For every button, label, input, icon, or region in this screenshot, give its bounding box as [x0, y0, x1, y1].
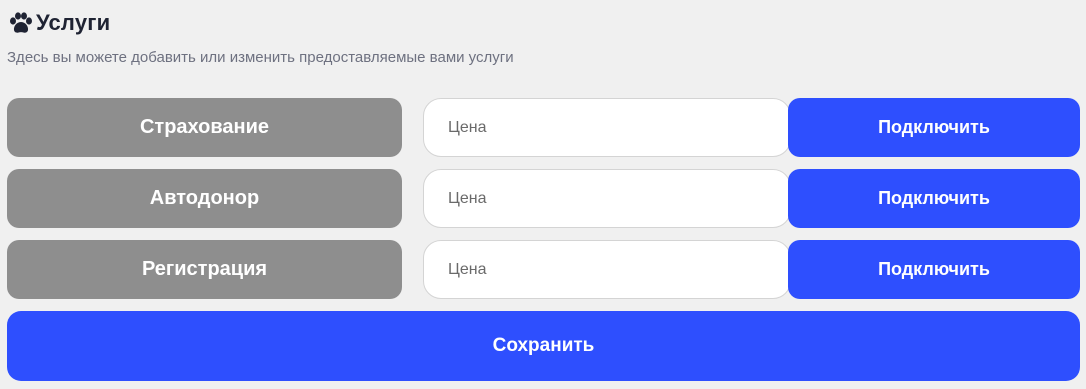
save-button[interactable]: Сохранить	[7, 311, 1080, 381]
service-row: Регистрация Подключить	[7, 240, 1080, 299]
connect-button[interactable]: Подключить	[788, 169, 1080, 228]
paw-icon	[10, 12, 32, 33]
service-name: Автодонор	[7, 169, 402, 228]
service-name: Регистрация	[7, 240, 402, 299]
connect-button[interactable]: Подключить	[788, 240, 1080, 299]
service-row: Страхование Подключить	[7, 98, 1080, 157]
price-input[interactable]	[423, 240, 791, 299]
price-input[interactable]	[423, 98, 791, 157]
connect-button[interactable]: Подключить	[788, 98, 1080, 157]
service-name: Страхование	[7, 98, 402, 157]
service-row: Автодонор Подключить	[7, 169, 1080, 228]
page-header: Услуги	[8, 10, 110, 36]
price-input[interactable]	[423, 169, 791, 228]
page-subtitle: Здесь вы можете добавить или изменить пр…	[7, 49, 514, 66]
page-title: Услуги	[36, 10, 111, 35]
